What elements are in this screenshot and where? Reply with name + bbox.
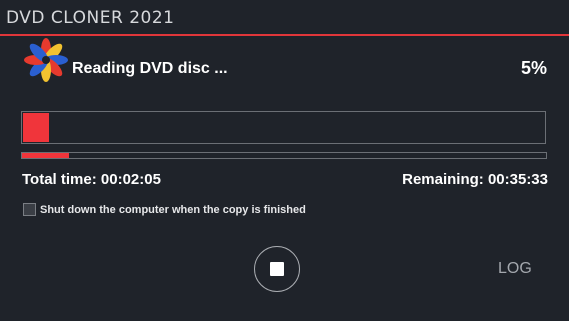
log-button[interactable]: LOG bbox=[498, 260, 532, 278]
app-logo bbox=[24, 38, 68, 82]
sub-progress-fill bbox=[22, 153, 70, 158]
sub-progress-bar bbox=[21, 152, 547, 159]
main-progress-bar bbox=[21, 111, 546, 144]
status-text: Reading DVD disc ... bbox=[72, 60, 228, 77]
title-bar: DVD CLONER 2021 bbox=[0, 0, 569, 34]
shutdown-checkbox[interactable] bbox=[23, 203, 36, 216]
progress-percent: 5% bbox=[520, 58, 547, 78]
shutdown-label: Shut down the computer when the copy is … bbox=[40, 203, 306, 216]
remaining-time: Remaining: 00:35:33 bbox=[402, 171, 548, 188]
stop-icon bbox=[270, 262, 284, 276]
shutdown-option[interactable]: Shut down the computer when the copy is … bbox=[23, 203, 306, 216]
title-separator bbox=[0, 34, 569, 36]
stop-button[interactable] bbox=[254, 246, 300, 292]
total-time: Total time: 00:02:05 bbox=[22, 171, 161, 188]
main-progress-fill bbox=[23, 113, 49, 142]
app-title: DVD CLONER 2021 bbox=[6, 8, 175, 28]
